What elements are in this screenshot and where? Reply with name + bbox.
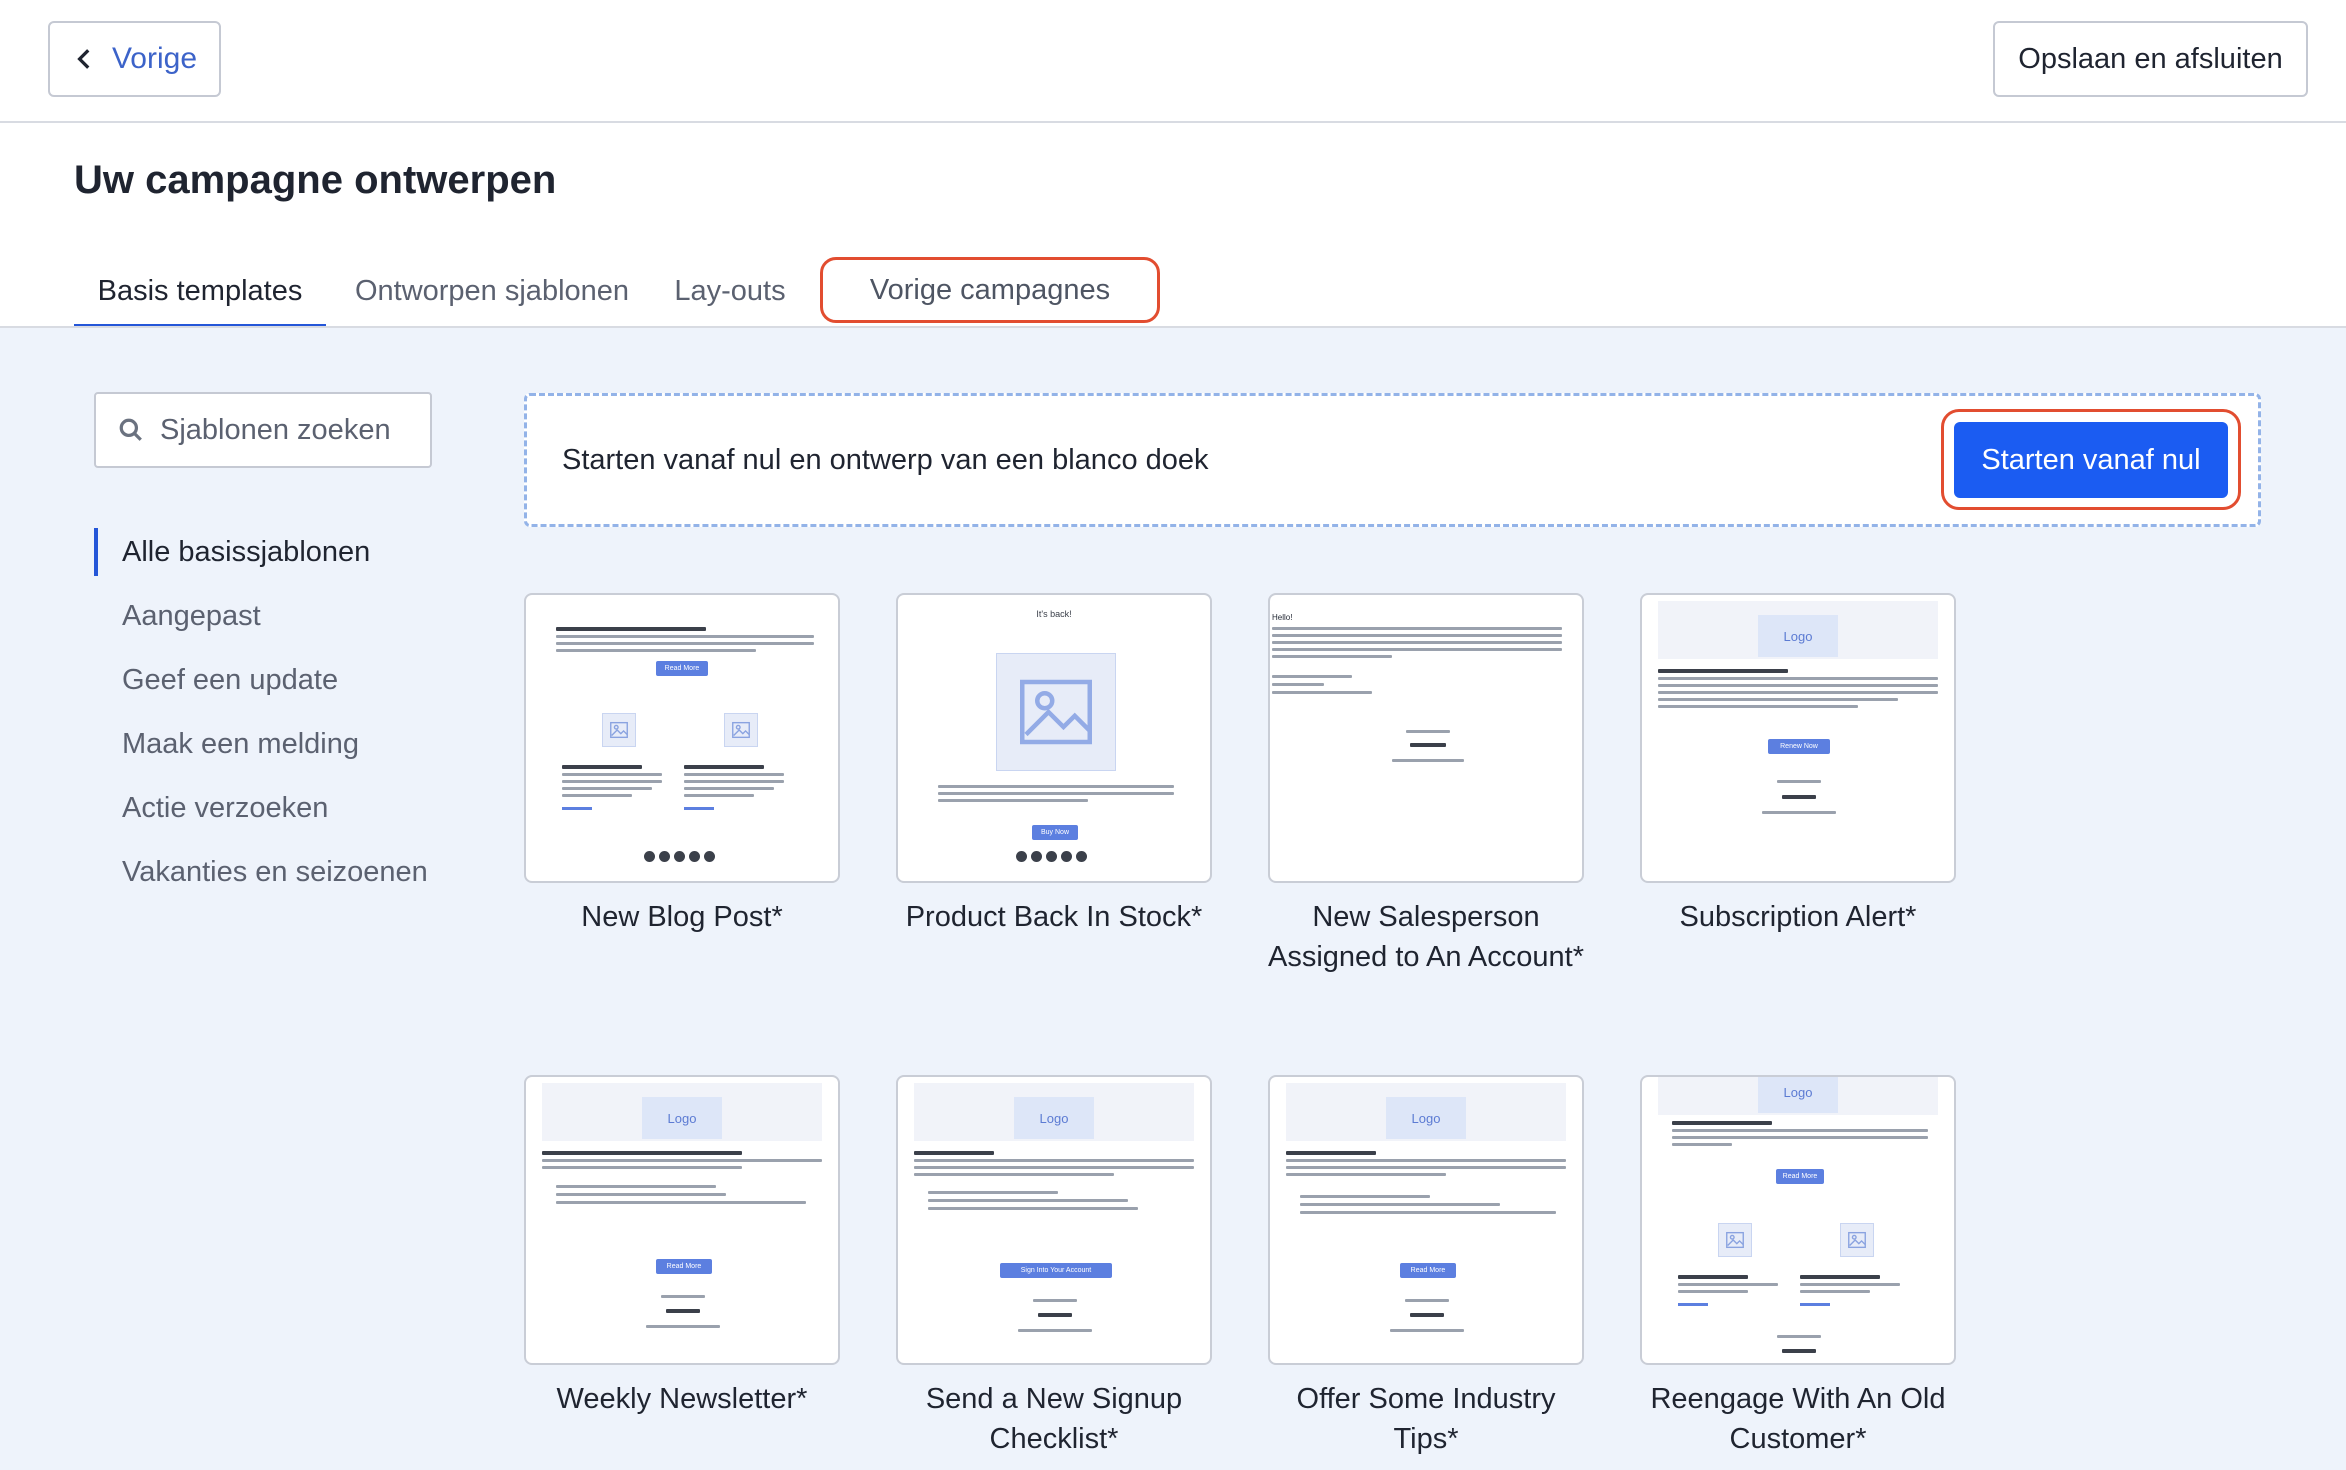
image-placeholder-icon	[1840, 1223, 1874, 1257]
template-card-subscription-alert[interactable]: Logo Renew Now Subscription Alert*	[1640, 593, 1956, 937]
template-card-industry-tips[interactable]: Logo Read More Offer Some Industry Tips*	[1268, 1075, 1584, 1459]
image-placeholder-icon	[724, 713, 758, 747]
thumb-buy-now: Buy Now	[1032, 825, 1078, 840]
template-title: New Blog Post*	[581, 901, 783, 933]
social-icons	[644, 851, 715, 862]
chevron-left-icon	[77, 49, 90, 69]
template-title: New Salesperson Assigned to An Account*	[1268, 901, 1584, 973]
template-title: Send a New Signup Checklist*	[925, 1383, 1183, 1455]
template-card-reengage-customer[interactable]: Logo Read More Reengage With An Old Cust…	[1640, 1075, 1956, 1459]
template-thumbnail: Read More	[524, 593, 840, 883]
back-button[interactable]: Vorige	[48, 21, 221, 97]
template-thumbnail: Logo Sign Into Your Account	[896, 1075, 1212, 1365]
sidebar-item-geef-een-update[interactable]: Geef een update	[94, 648, 454, 712]
thumb-heading: It's back!	[1036, 609, 1072, 619]
template-thumbnail: Logo Read More	[1640, 1075, 1956, 1365]
save-and-exit-button[interactable]: Opslaan en afsluiten	[1993, 21, 2308, 97]
thumb-logo: Logo	[1386, 1097, 1466, 1139]
template-title: Subscription Alert*	[1679, 901, 1917, 933]
template-title: Weekly Newsletter*	[556, 1383, 808, 1415]
thumb-logo: Logo	[1758, 1077, 1838, 1113]
start-from-scratch-button[interactable]: Starten vanaf nul	[1954, 422, 2228, 498]
thumb-logo: Logo	[1014, 1097, 1094, 1139]
thumb-read-more: Read More	[1776, 1169, 1824, 1184]
thumb-read-more: Read More	[1400, 1263, 1456, 1278]
template-card-new-blog-post[interactable]: Read More New Blog Post*	[524, 593, 840, 937]
image-placeholder-icon	[996, 653, 1116, 771]
sidebar-item-aangepast[interactable]: Aangepast	[94, 584, 454, 648]
social-icons	[1016, 851, 1087, 862]
tab-vorige-campagnes[interactable]: Vorige campagnes	[820, 257, 1160, 323]
sidebar-item-maak-een-melding[interactable]: Maak een melding	[94, 712, 454, 776]
template-card-weekly-newsletter[interactable]: Logo Read More Weekly Newsletter*	[524, 1075, 840, 1419]
back-button-label: Vorige	[111, 42, 198, 75]
category-nav: Alle basissjablonen Aangepast Geef een u…	[94, 520, 454, 904]
thumb-renew-now: Renew Now	[1768, 739, 1830, 754]
sidebar-item-alle-basissjablonen[interactable]: Alle basissjablonen	[94, 520, 454, 584]
thumb-sign-into-account: Sign Into Your Account	[1000, 1263, 1112, 1278]
template-thumbnail: Logo Renew Now	[1640, 593, 1956, 883]
template-thumbnail: Logo Read More	[1268, 1075, 1584, 1365]
blank-canvas-banner: Starten vanaf nul en ontwerp van een bla…	[524, 393, 2261, 527]
blank-canvas-text: Starten vanaf nul en ontwerp van een bla…	[562, 443, 1209, 476]
template-card-signup-checklist[interactable]: Logo Sign Into Your Account Send a New S…	[896, 1075, 1212, 1459]
image-placeholder-icon	[602, 713, 636, 747]
template-card-product-back-in-stock[interactable]: It's back! Buy Now Product Back In Stock…	[896, 593, 1212, 937]
template-title: Reengage With An Old Customer*	[1650, 1383, 1946, 1455]
tab-basis-templates[interactable]: Basis templates	[74, 255, 326, 328]
start-button-highlight: Starten vanaf nul	[1941, 409, 2241, 510]
template-thumbnail: Logo Read More	[524, 1075, 840, 1365]
sidebar-item-actie-verzoeken[interactable]: Actie verzoeken	[94, 776, 454, 840]
thumb-heading: Hello!	[1272, 613, 1293, 622]
image-placeholder-icon	[1718, 1223, 1752, 1257]
thumb-read-more: Read More	[656, 661, 708, 676]
thumb-logo: Logo	[642, 1097, 722, 1139]
sidebar-item-vakanties-en-seizoenen[interactable]: Vakanties en seizoenen	[94, 840, 454, 904]
search-icon	[119, 418, 142, 441]
template-title: Product Back In Stock*	[905, 901, 1203, 933]
search-input[interactable]	[160, 413, 420, 447]
tab-ontworpen-sjablonen[interactable]: Ontworpen sjablonen	[350, 255, 634, 327]
template-title: Offer Some Industry Tips*	[1296, 1383, 1556, 1455]
template-thumbnail: It's back! Buy Now	[896, 593, 1212, 883]
template-thumbnail: Hello!	[1268, 593, 1584, 883]
template-search[interactable]	[94, 392, 432, 468]
top-bar: Vorige Opslaan en afsluiten	[0, 0, 2346, 123]
page-title: Uw campagne ontwerpen	[74, 158, 557, 202]
thumb-read-more: Read More	[656, 1259, 712, 1274]
template-card-new-salesperson[interactable]: Hello! New Salesperson Assigned to An Ac…	[1268, 593, 1584, 977]
tab-lay-outs[interactable]: Lay-outs	[660, 255, 800, 327]
thumb-logo: Logo	[1758, 615, 1838, 657]
